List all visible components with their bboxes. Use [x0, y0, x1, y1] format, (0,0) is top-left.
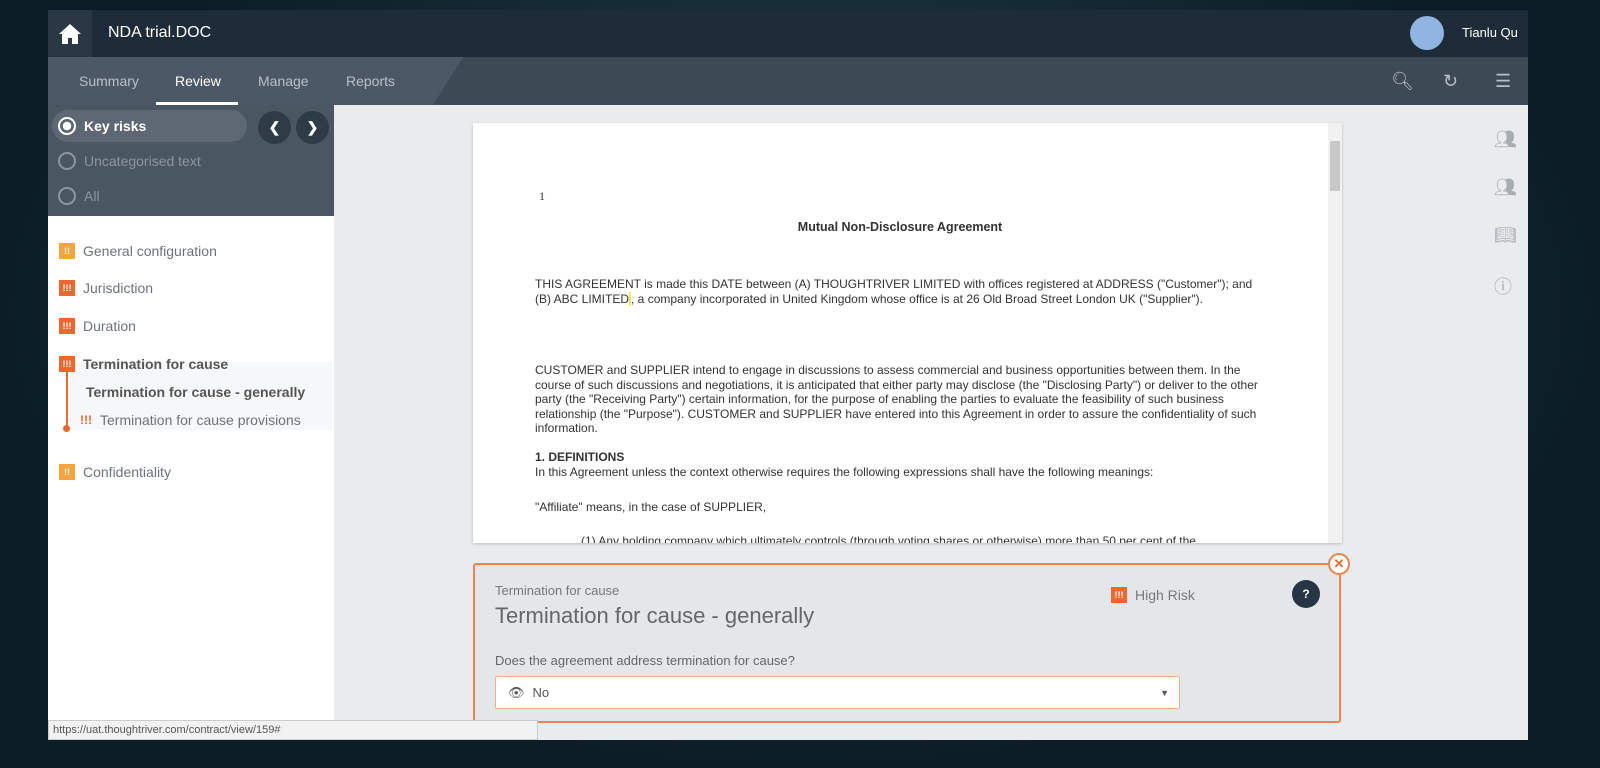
filter-label: Key risks [84, 118, 147, 134]
next-button[interactable]: ❯ [296, 111, 329, 144]
risk-item-confidentiality[interactable]: !! Confidentiality [59, 464, 171, 480]
high-risk-icon: !!! [59, 318, 75, 334]
search-icon[interactable]: 🔍︎ [1391, 71, 1414, 92]
tab-review[interactable]: Review [175, 73, 221, 89]
item-label: Jurisdiction [83, 280, 154, 296]
close-panel-button[interactable]: ✕ [1328, 553, 1350, 575]
question-panel: Termination for cause Termination for ca… [473, 563, 1341, 723]
paragraph: CUSTOMER and SUPPLIER intend to engage i… [535, 363, 1258, 435]
tab-summary[interactable]: Summary [79, 73, 139, 89]
home-icon [59, 23, 81, 44]
status-bar-url: https://uat.thoughtriver.com/contract/vi… [48, 720, 538, 740]
tab-bar: Summary Review Manage Reports 🔍︎ ↻ ☰ [48, 57, 1528, 105]
document-heading: Mutual Non-Disclosure Agreement [797, 220, 1003, 234]
item-label: Termination for cause provisions [100, 412, 301, 428]
scrollbar-thumb[interactable] [1330, 141, 1340, 191]
eye-icon: 👁︎ [508, 684, 525, 700]
document-title: NDA trial.DOC [108, 24, 212, 41]
refresh-icon[interactable]: ↻ [1443, 71, 1458, 92]
people-icon[interactable]: 👥︎ [1494, 129, 1517, 150]
item-label: Termination for cause [83, 356, 229, 372]
risk-item-jurisdiction[interactable]: !!! Jurisdiction [59, 280, 153, 296]
filter-label: All [84, 188, 100, 204]
risk-item-general-configuration[interactable]: !! General configuration [59, 243, 217, 259]
question-label: Does the agreement address termination f… [495, 653, 795, 668]
avatar[interactable] [1410, 16, 1444, 50]
item-label: Duration [83, 318, 136, 334]
section-heading: 1. DEFINITIONS [535, 450, 625, 464]
risk-level: !!! High Risk [1111, 587, 1195, 603]
tab-manage[interactable]: Manage [258, 73, 309, 89]
filter-label: Uncategorised text [84, 153, 201, 169]
filter-all[interactable]: All [58, 187, 100, 205]
risk-item-termination-for-cause[interactable]: !!! Termination for cause [59, 356, 228, 372]
filter-panel: Key risks Uncategorised text All ❮ ❯ [48, 105, 334, 216]
group-icon[interactable]: 👥︎ [1494, 177, 1517, 198]
item-label: General configuration [83, 243, 217, 259]
user-name[interactable]: Tianlu Qu [1462, 25, 1518, 40]
paragraph: "Affiliate" means, in the case of SUPPLI… [535, 500, 767, 514]
high-risk-icon: !!! [1111, 587, 1127, 603]
risk-label: High Risk [1135, 587, 1195, 603]
document-scrollbar[interactable] [1328, 123, 1342, 543]
sidebar: Key risks Uncategorised text All ❮ ❯ !! G… [48, 105, 334, 740]
selected-answer: No [532, 685, 550, 700]
tree-line [66, 371, 68, 427]
filter-key-risks[interactable]: Key risks [52, 110, 247, 142]
high-risk-icon: !!! [59, 356, 75, 372]
high-risk-icon: !!! [59, 280, 75, 296]
document-viewer[interactable]: 1 Mutual Non-Disclosure Agreement THIS A… [473, 123, 1342, 543]
tab-reports[interactable]: Reports [346, 73, 395, 89]
risk-item-duration[interactable]: !!! Duration [59, 318, 136, 334]
medium-risk-icon: !! [59, 464, 75, 480]
paragraph: (1) Any holding company which ultimately… [581, 534, 1196, 543]
filter-uncategorised[interactable]: Uncategorised text [58, 152, 201, 170]
high-risk-icon: !!! [80, 413, 92, 427]
book-icon[interactable]: 📖︎ [1494, 225, 1517, 246]
info-icon[interactable]: ⓘ [1494, 273, 1512, 299]
sub-item-termination-generally[interactable]: Termination for cause - generally [86, 384, 305, 400]
home-button[interactable] [48, 10, 92, 57]
page-number: 1 [539, 189, 545, 203]
previous-button[interactable]: ❮ [258, 111, 291, 144]
panel-title: Termination for cause - generally [495, 603, 815, 628]
medium-risk-icon: !! [59, 243, 75, 259]
item-label: Confidentiality [83, 464, 171, 480]
menu-icon[interactable]: ☰ [1495, 71, 1511, 92]
paragraph: In this Agreement unless the context oth… [535, 465, 1154, 479]
tree-dot [63, 425, 70, 432]
panel-category: Termination for cause [495, 583, 620, 598]
answer-select[interactable]: 👁︎ No ▼ [495, 676, 1180, 709]
help-button[interactable]: ? [1292, 580, 1320, 608]
paragraph: THIS AGREEMENT is made this DATE between… [535, 277, 1253, 306]
top-bar: NDA trial.DOC Tianlu Qu [48, 10, 1528, 57]
app-window: NDA trial.DOC Tianlu Qu Summary Review M… [48, 10, 1528, 740]
chevron-down-icon: ▼ [1160, 687, 1169, 698]
right-toolbar: 👥︎ 👥︎ 📖︎ ⓘ [1480, 105, 1528, 740]
sub-item-termination-provisions[interactable]: !!! Termination for cause provisions [80, 412, 301, 428]
